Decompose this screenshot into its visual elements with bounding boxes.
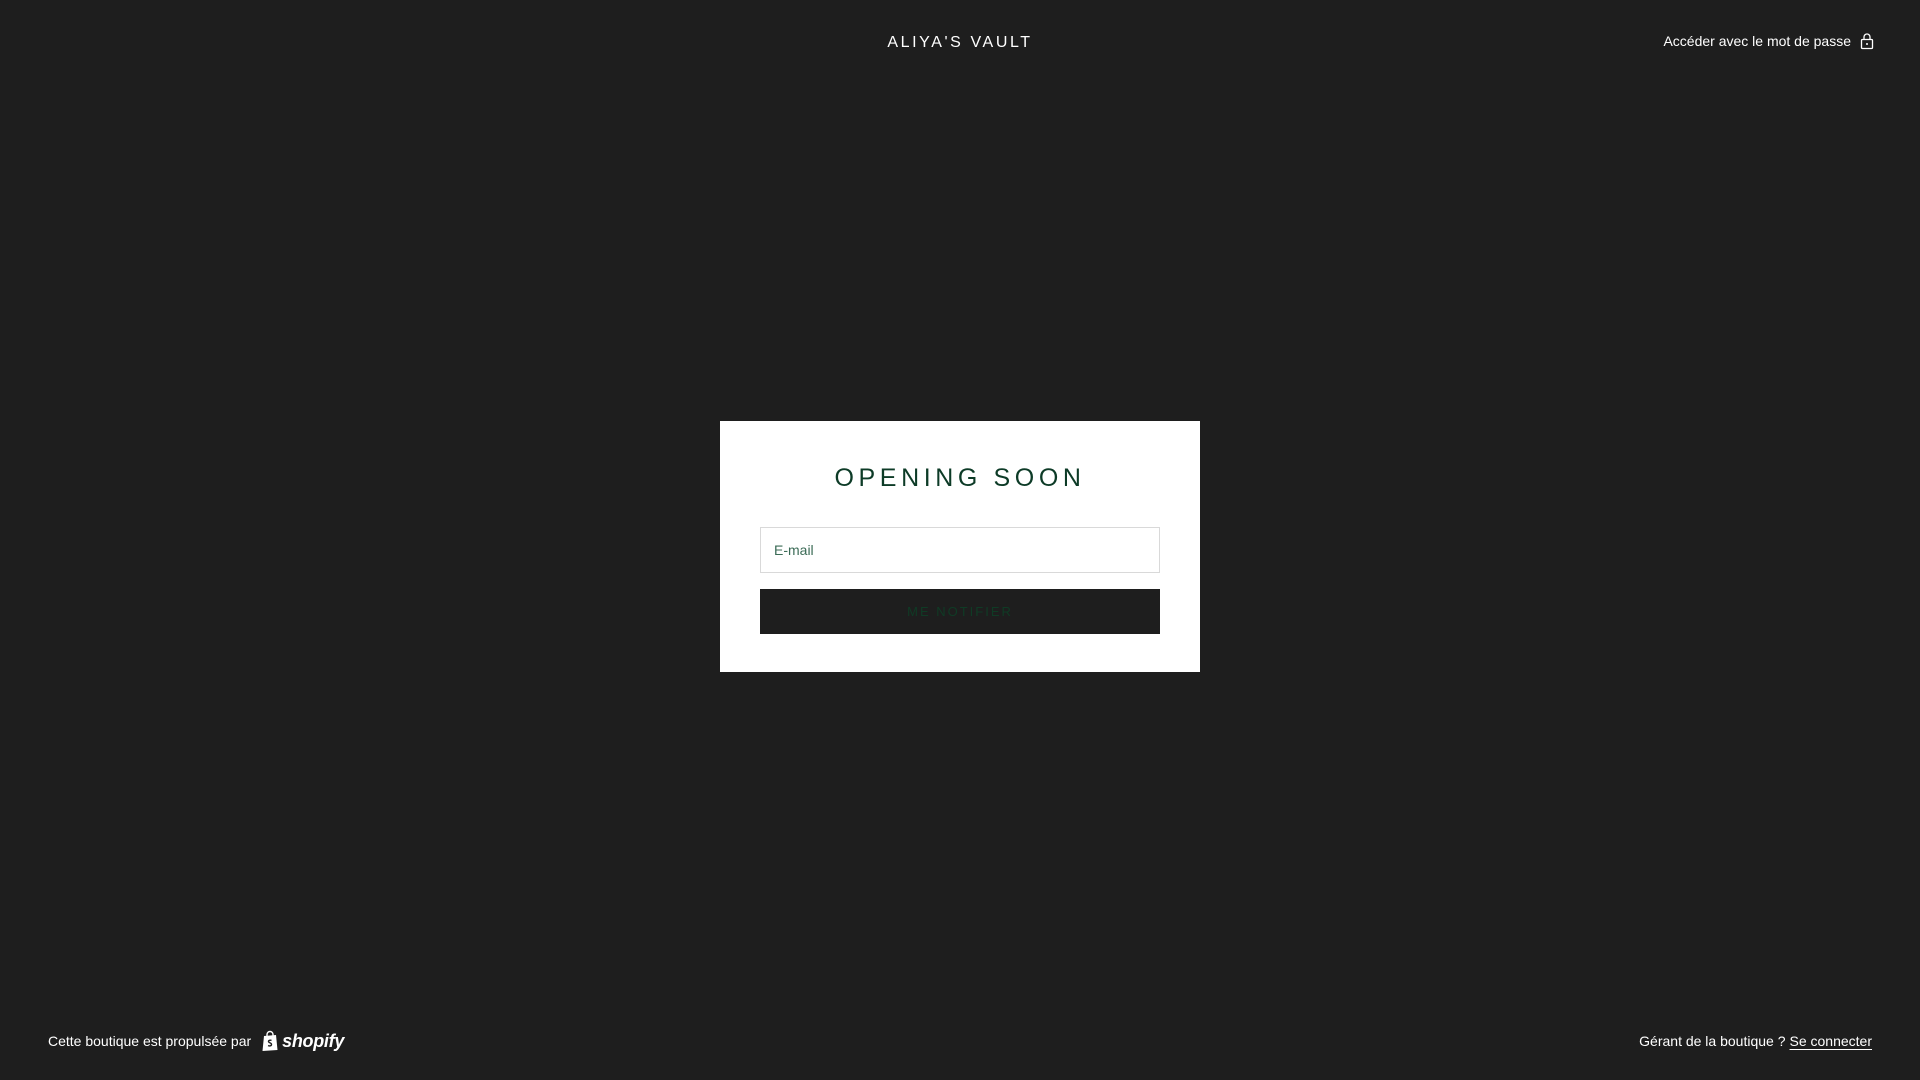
shopify-wordmark: shopify — [282, 1030, 345, 1051]
owner-question: Gérant de la boutique ? — [1639, 1033, 1786, 1049]
shopify-bag-icon — [261, 1030, 279, 1052]
login-link[interactable]: Se connecter — [1790, 1033, 1873, 1049]
page-header: ALIYA'S VAULT Accéder avec le mot de pas… — [0, 0, 1920, 90]
shopify-logo-link[interactable]: shopify — [261, 1030, 344, 1052]
lock-icon — [1860, 32, 1874, 50]
password-access-label: Accéder avec le mot de passe — [1663, 33, 1851, 49]
password-page: ALIYA'S VAULT Accéder avec le mot de pas… — [0, 0, 1920, 1080]
notify-button[interactable]: ME NOTIFIER — [760, 589, 1160, 634]
store-owner-login: Gérant de la boutique ? Se connecter — [1639, 1033, 1872, 1049]
email-field[interactable] — [760, 527, 1160, 573]
powered-by: Cette boutique est propulsée par shopify — [48, 1030, 344, 1052]
card-title: OPENING SOON — [834, 464, 1086, 492]
store-name: ALIYA'S VAULT — [887, 34, 1033, 51]
newsletter-card: OPENING SOON ME NOTIFIER — [720, 421, 1200, 672]
password-access-link[interactable]: Accéder avec le mot de passe — [1663, 32, 1874, 50]
powered-by-text: Cette boutique est propulsée par — [48, 1033, 252, 1049]
